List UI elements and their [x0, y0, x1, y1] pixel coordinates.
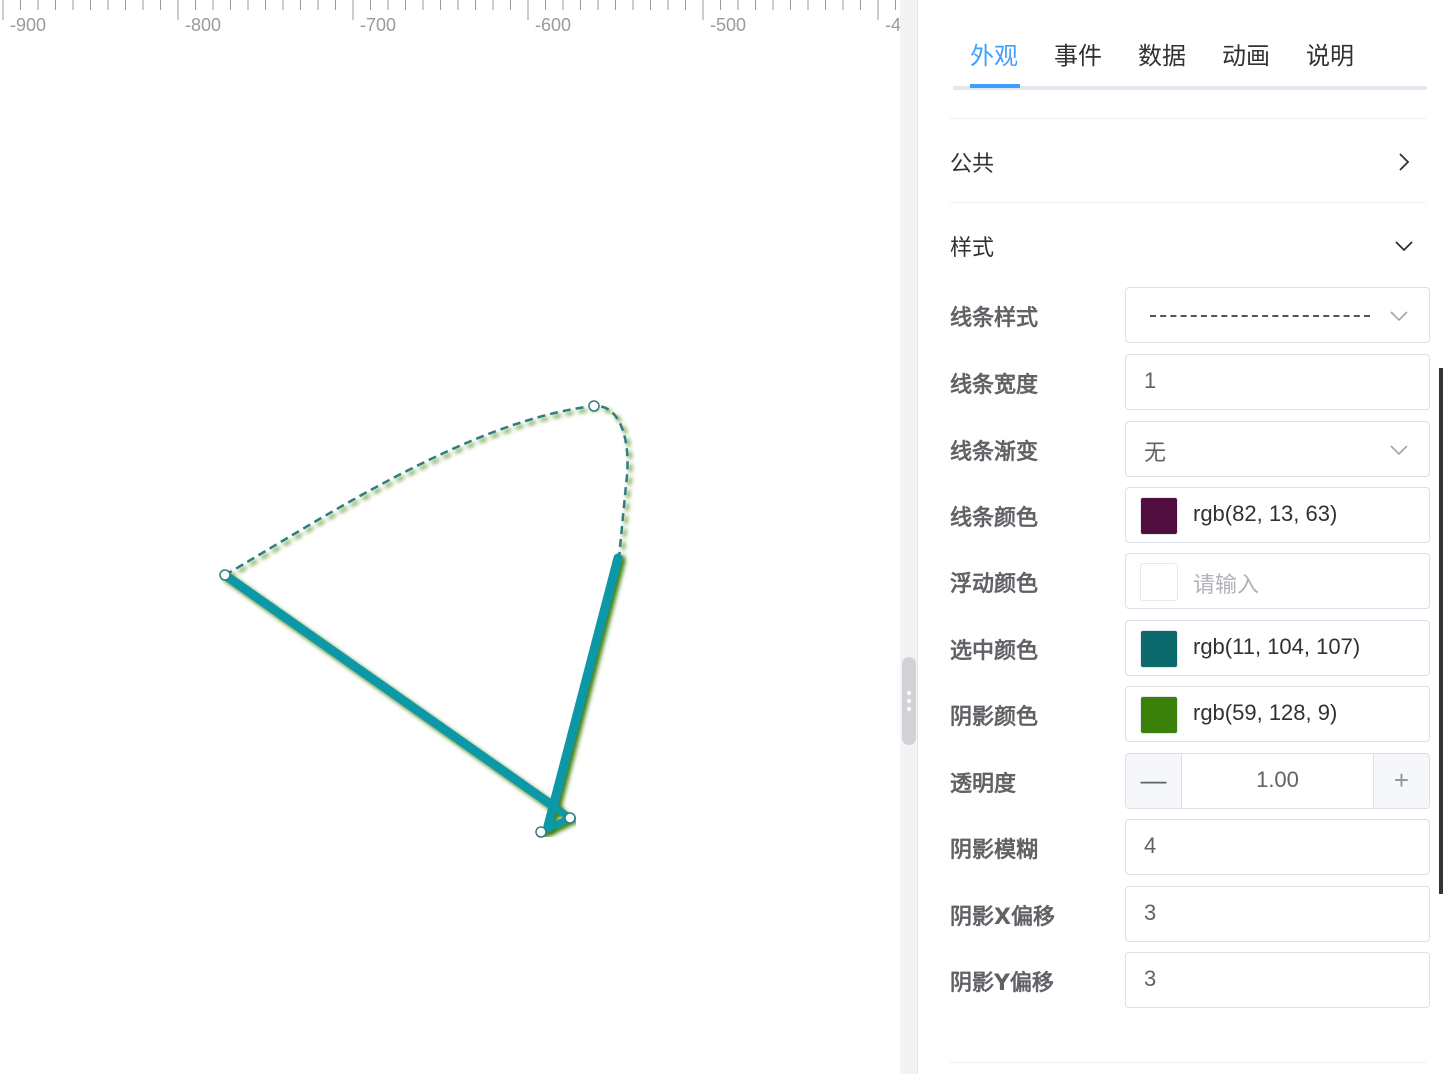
hover-color-label: 浮动颜色 [950, 572, 1039, 597]
divider [950, 202, 1426, 203]
shadow-blur-label: 阴影模糊 [950, 838, 1039, 863]
increment-button[interactable]: + [1373, 754, 1429, 808]
section-title: 公共 [950, 152, 995, 177]
tab-animation[interactable]: 动画 [1222, 36, 1270, 76]
line-width-value: 1 [1144, 368, 1157, 393]
active-tab-indicator [970, 84, 1020, 88]
line-color-swatch[interactable] [1140, 497, 1178, 535]
shadow-color-value: rgb(59, 128, 9) [1193, 700, 1338, 725]
hover-color-placeholder: 请输入 [1193, 573, 1260, 598]
hover-color-picker[interactable]: 请输入 [1125, 553, 1430, 609]
chevron-down-icon [1395, 241, 1413, 252]
selected-color-picker[interactable]: rgb(11, 104, 107) [1125, 620, 1430, 676]
line-width-label: 线条宽度 [950, 373, 1039, 398]
shadow-blur-input[interactable]: 4 [1125, 819, 1430, 875]
opacity-value[interactable]: 1.00 [1182, 767, 1373, 793]
chevron-down-icon [1390, 311, 1408, 322]
shadow-x-label: 阴影X偏移 [950, 905, 1055, 930]
control-point-handle[interactable] [219, 569, 231, 581]
divider [950, 118, 1426, 119]
shadow-x-input[interactable]: 3 [1125, 886, 1430, 942]
line-color-picker[interactable]: rgb(82, 13, 63) [1125, 487, 1430, 543]
polyline-drawing[interactable] [0, 0, 900, 1074]
section-title: 样式 [950, 236, 995, 261]
section-common-header[interactable]: 公共 [950, 142, 1426, 182]
shadow-y-value: 3 [1144, 966, 1157, 991]
chevron-down-icon [1390, 445, 1408, 456]
control-point-handle[interactable] [588, 400, 600, 412]
dashed-curve-segment[interactable] [224, 404, 629, 577]
selected-color-label: 选中颜色 [950, 639, 1039, 664]
shadow-x-value: 3 [1144, 900, 1157, 925]
divider [950, 1062, 1426, 1063]
line-gradient-select[interactable]: 无 [1125, 421, 1430, 477]
dashed-line-preview [1150, 315, 1370, 317]
shadow-color-swatch[interactable] [1140, 696, 1178, 734]
line-color-label: 线条颜色 [950, 506, 1039, 531]
tab-appearance[interactable]: 外观 [970, 36, 1018, 76]
solid-line-segment[interactable] [220, 570, 561, 813]
panel-splitter[interactable] [900, 0, 918, 1074]
tab-bar: 外观 事件 数据 动画 说明 [953, 36, 1427, 90]
shadow-blur-value: 4 [1144, 833, 1157, 858]
section-style-header[interactable]: 样式 [950, 226, 1426, 266]
tab-events[interactable]: 事件 [1054, 36, 1102, 76]
properties-panel: 外观 事件 数据 动画 说明 公共 样式 线条样式 线条宽度 1 线条渐变 无 [918, 0, 1443, 1074]
shadow-color-label: 阴影颜色 [950, 705, 1039, 730]
chevron-right-icon [1399, 153, 1410, 171]
opacity-label: 透明度 [950, 772, 1017, 797]
line-color-value: rgb(82, 13, 63) [1193, 501, 1338, 526]
line-gradient-label: 线条渐变 [950, 440, 1039, 465]
opacity-stepper: — 1.00 + [1125, 753, 1430, 809]
drag-handle-icon[interactable] [902, 657, 916, 745]
drawing-canvas[interactable]: -900 -800 -700 -600 -500 -4 [0, 0, 900, 1074]
shadow-y-label: 阴影Y偏移 [950, 971, 1054, 996]
hover-color-swatch[interactable] [1140, 563, 1178, 601]
decrement-button[interactable]: — [1126, 754, 1182, 808]
tab-description[interactable]: 说明 [1306, 36, 1354, 76]
tab-data[interactable]: 数据 [1138, 36, 1186, 76]
line-style-select[interactable] [1125, 287, 1430, 343]
line-gradient-value: 无 [1144, 440, 1167, 465]
solid-line-segment[interactable] [543, 553, 623, 831]
panel-scrollbar[interactable] [1439, 368, 1443, 894]
shadow-color-picker[interactable]: rgb(59, 128, 9) [1125, 686, 1430, 742]
shadow-y-input[interactable]: 3 [1125, 952, 1430, 1008]
control-point-handle[interactable] [535, 826, 547, 838]
selected-color-value: rgb(11, 104, 107) [1193, 634, 1361, 659]
line-width-input[interactable]: 1 [1125, 354, 1430, 410]
line-style-label: 线条样式 [950, 306, 1039, 331]
control-point-handle[interactable] [564, 812, 576, 824]
selected-color-swatch[interactable] [1140, 630, 1178, 668]
